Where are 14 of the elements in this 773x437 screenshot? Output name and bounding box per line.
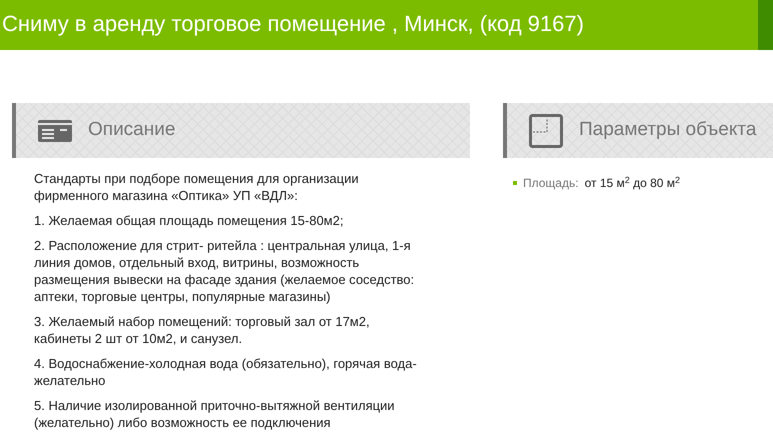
parameter-value: от 15 м$^{2}$ до 80 м$^{2}$: [584, 174, 680, 192]
section-heading: Описание: [88, 118, 176, 142]
card-icon: [38, 120, 72, 142]
bullet-icon: [513, 181, 517, 185]
parameter-label: Площадь:: [523, 175, 579, 192]
description-paragraph: 1. Желаемая общая площадь помещения 15-80м2;: [34, 212, 344, 229]
square-icon: [529, 114, 563, 148]
description-paragraph: 5. Наличие изолированной приточно-вытяжной вентиляции (желательно) либо возможность ее подключения: [34, 397, 396, 431]
page-title: Сниму в аренду торговое помещение , Минск, (код 9167): [1, 10, 584, 38]
description-paragraph: 2. Расположение для стрит- ритейла : центральная улица, 1-я линия домов, отдельный вход, витрины, возможность размещения вывески на фасаде здания (желаемое соседство: аптеки, торговые центры, популярные магазины): [34, 237, 416, 305]
description-paragraph: Стандарты при подборе помещения для организации фирменного магазина «Оптика» УП «ВДЛ»:: [34, 170, 360, 204]
section-heading: Параметры объекта: [579, 118, 756, 142]
description-paragraph: 4. Водоснабжение-холодная вода (обязательно), горячая вода-желательно: [34, 355, 418, 389]
description-paragraph: 3. Желаемый набор помещений: торговый зал от 17м2, кабинеты 2 шт от 10м2, и санузел.: [34, 313, 371, 347]
